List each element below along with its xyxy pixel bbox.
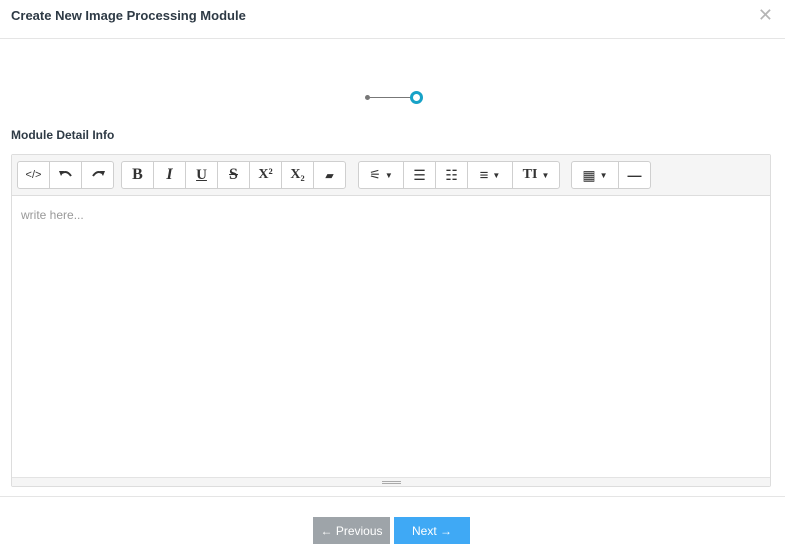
subscript-button[interactable]: X₂ (281, 161, 314, 189)
footer-divider (0, 496, 785, 497)
toolbar-group-insert: ▦ ▼ — (571, 161, 651, 189)
undo-button[interactable] (49, 161, 82, 189)
unordered-list-icon: ☰ (413, 166, 426, 183)
editor-placeholder: write here... (21, 208, 84, 222)
bold-button[interactable]: B (121, 161, 154, 189)
chevron-down-icon: ▼ (492, 170, 501, 180)
style-dropdown-button[interactable]: ⚟ ▼ (358, 161, 404, 189)
eraser-icon: ▰ (325, 169, 334, 182)
superscript-button[interactable]: X² (249, 161, 282, 189)
strikethrough-button[interactable]: S (217, 161, 250, 189)
modal-header: Create New Image Processing Module ✕ (0, 0, 785, 39)
resize-grip-icon[interactable] (382, 481, 401, 484)
editor-resize-bar[interactable] (12, 477, 770, 486)
horizontal-rule-icon: — (627, 167, 642, 183)
rich-text-editor: </> B I U S X² X₂ ▰ ⚟ ▼ ☰ ☷ ≡ ▼ TI ▼ ▦ ▼… (11, 154, 771, 487)
ordered-list-button[interactable]: ☷ (435, 161, 468, 189)
align-dropdown-button[interactable]: ≡ ▼ (467, 161, 513, 189)
chevron-down-icon: ▼ (599, 170, 608, 180)
chevron-down-icon: ▼ (541, 170, 550, 180)
unordered-list-button[interactable]: ☰ (403, 161, 436, 189)
horizontal-rule-button[interactable]: — (618, 161, 651, 189)
font-size-icon: TI (522, 167, 538, 182)
table-icon: ▦ (582, 166, 596, 183)
redo-button[interactable] (81, 161, 114, 189)
font-size-dropdown-button[interactable]: TI ▼ (512, 161, 560, 189)
stepper (362, 90, 423, 104)
editor-content-area[interactable]: write here... (12, 196, 770, 478)
toolbar-group-font-style: B I U S X² X₂ ▰ (121, 161, 346, 189)
align-left-icon: ≡ (479, 166, 489, 184)
italic-button[interactable]: I (153, 161, 186, 189)
toolbar-group-paragraph: ⚟ ▼ ☰ ☷ ≡ ▼ TI ▼ (358, 161, 560, 189)
modal-title: Create New Image Processing Module (11, 8, 246, 23)
undo-icon (58, 168, 74, 183)
editor-toolbar: </> B I U S X² X₂ ▰ ⚟ ▼ ☰ ☷ ≡ ▼ TI ▼ ▦ ▼… (12, 155, 770, 196)
code-view-button[interactable]: </> (17, 161, 50, 189)
next-button[interactable]: Next → (394, 517, 470, 544)
toolbar-group-history: </> (17, 161, 114, 189)
magic-wand-icon: ⚟ (369, 167, 381, 182)
eraser-button[interactable]: ▰ (313, 161, 346, 189)
table-dropdown-button[interactable]: ▦ ▼ (571, 161, 619, 189)
chevron-down-icon: ▼ (384, 170, 393, 180)
previous-button[interactable]: ← Previous (313, 517, 390, 544)
redo-icon (90, 168, 106, 183)
ordered-list-icon: ☷ (445, 166, 458, 183)
step-connector (370, 97, 413, 98)
close-icon[interactable]: ✕ (758, 5, 773, 25)
step-2-active (410, 91, 423, 104)
section-label: Module Detail Info (11, 128, 115, 142)
underline-button[interactable]: U (185, 161, 218, 189)
